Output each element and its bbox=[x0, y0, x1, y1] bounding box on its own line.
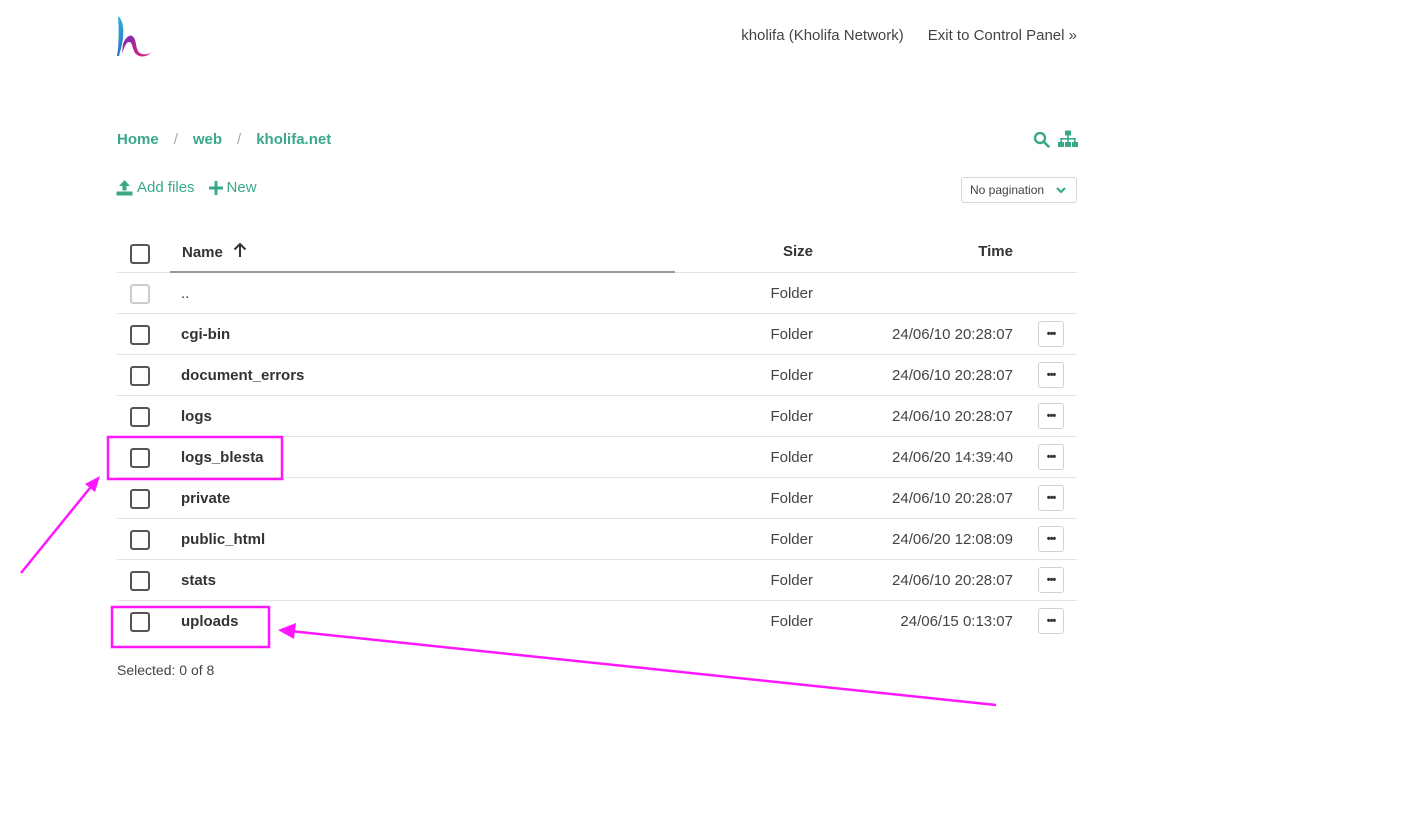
file-time: 24/06/10 20:28:07 bbox=[892, 326, 1013, 343]
add-files-button[interactable]: Add files bbox=[116, 179, 195, 196]
more-options-button[interactable]: ••• bbox=[1038, 444, 1064, 470]
select-all-checkbox[interactable] bbox=[130, 244, 150, 264]
pagination-select[interactable]: No pagination bbox=[961, 177, 1077, 203]
table-header: Name Size Time bbox=[117, 232, 1077, 273]
selection-count: Selected: 0 of 8 bbox=[117, 662, 215, 678]
file-name[interactable]: uploads bbox=[181, 613, 239, 630]
file-actions: Add files New bbox=[116, 179, 257, 196]
column-size-header[interactable]: Size bbox=[783, 243, 813, 260]
file-name[interactable]: cgi-bin bbox=[181, 326, 230, 343]
file-size: Folder bbox=[770, 285, 813, 302]
annotation-arrow bbox=[20, 476, 100, 574]
top-nav: kholifa (Kholifa Network) Exit to Contro… bbox=[741, 27, 1077, 44]
row-checkbox[interactable] bbox=[130, 448, 150, 468]
file-size: Folder bbox=[770, 449, 813, 466]
plus-icon bbox=[208, 180, 223, 195]
file-name[interactable]: document_errors bbox=[181, 367, 304, 384]
row-checkbox[interactable] bbox=[130, 489, 150, 509]
breadcrumb-home[interactable]: Home bbox=[117, 131, 159, 148]
file-name[interactable]: .. bbox=[181, 285, 189, 302]
row-checkbox[interactable] bbox=[130, 407, 150, 427]
new-label: New bbox=[226, 179, 257, 196]
table-row[interactable]: cgi-bin Folder 24/06/10 20:28:07 ••• bbox=[117, 314, 1077, 355]
row-checkbox[interactable] bbox=[130, 366, 150, 386]
breadcrumb-separator: / bbox=[173, 131, 178, 148]
search-icon[interactable] bbox=[1033, 131, 1050, 153]
file-time: 24/06/15 0:13:07 bbox=[900, 613, 1013, 630]
file-size: Folder bbox=[770, 408, 813, 425]
table-row[interactable]: stats Folder 24/06/10 20:28:07 ••• bbox=[117, 560, 1077, 601]
file-size: Folder bbox=[770, 572, 813, 589]
table-row[interactable]: .. Folder bbox=[117, 273, 1077, 314]
more-options-button[interactable]: ••• bbox=[1038, 567, 1064, 593]
file-size: Folder bbox=[770, 367, 813, 384]
more-options-button[interactable]: ••• bbox=[1038, 485, 1064, 511]
pagination-value: No pagination bbox=[970, 183, 1045, 197]
file-name[interactable]: logs bbox=[181, 408, 212, 425]
row-checkbox[interactable] bbox=[130, 284, 150, 304]
file-name[interactable]: stats bbox=[181, 572, 216, 589]
breadcrumb-separator: / bbox=[237, 131, 242, 148]
file-size: Folder bbox=[770, 326, 813, 343]
table-row[interactable]: document_errors Folder 24/06/10 20:28:07… bbox=[117, 355, 1077, 396]
chevron-down-icon bbox=[1056, 187, 1066, 194]
file-time: 24/06/10 20:28:07 bbox=[892, 490, 1013, 507]
file-size: Folder bbox=[770, 531, 813, 548]
file-size: Folder bbox=[770, 613, 813, 630]
arrow-up-icon bbox=[233, 242, 247, 257]
sitemap-icon[interactable] bbox=[1058, 130, 1078, 153]
more-options-button[interactable]: ••• bbox=[1038, 321, 1064, 347]
file-time: 24/06/20 14:39:40 bbox=[892, 449, 1013, 466]
file-name[interactable]: public_html bbox=[181, 531, 265, 548]
file-name[interactable]: logs_blesta bbox=[181, 449, 264, 466]
row-checkbox[interactable] bbox=[130, 612, 150, 632]
file-time: 24/06/10 20:28:07 bbox=[892, 367, 1013, 384]
row-checkbox[interactable] bbox=[130, 325, 150, 345]
row-checkbox[interactable] bbox=[130, 530, 150, 550]
column-name-label: Name bbox=[182, 244, 223, 261]
table-row[interactable]: public_html Folder 24/06/20 12:08:09 ••• bbox=[117, 519, 1077, 560]
new-button[interactable]: New bbox=[208, 179, 257, 196]
more-options-button[interactable]: ••• bbox=[1038, 403, 1064, 429]
more-options-button[interactable]: ••• bbox=[1038, 362, 1064, 388]
file-name[interactable]: private bbox=[181, 490, 230, 507]
file-time: 24/06/10 20:28:07 bbox=[892, 572, 1013, 589]
table-row[interactable]: private Folder 24/06/10 20:28:07 ••• bbox=[117, 478, 1077, 519]
row-checkbox[interactable] bbox=[130, 571, 150, 591]
breadcrumb: Home / web / kholifa.net bbox=[117, 131, 331, 148]
column-name-header[interactable]: Name bbox=[182, 242, 247, 261]
column-time-header[interactable]: Time bbox=[978, 243, 1013, 260]
more-options-button[interactable]: ••• bbox=[1038, 608, 1064, 634]
table-row[interactable]: uploads Folder 24/06/15 0:13:07 ••• bbox=[117, 601, 1077, 642]
view-tools bbox=[1033, 130, 1078, 153]
file-time: 24/06/10 20:28:07 bbox=[892, 408, 1013, 425]
upload-icon bbox=[116, 180, 133, 196]
exit-control-panel-link[interactable]: Exit to Control Panel » bbox=[928, 27, 1077, 44]
file-size: Folder bbox=[770, 490, 813, 507]
table-row[interactable]: logs Folder 24/06/10 20:28:07 ••• bbox=[117, 396, 1077, 437]
breadcrumb-web[interactable]: web bbox=[193, 131, 222, 148]
user-account-link[interactable]: kholifa (Kholifa Network) bbox=[741, 27, 904, 44]
file-time: 24/06/20 12:08:09 bbox=[892, 531, 1013, 548]
breadcrumb-current[interactable]: kholifa.net bbox=[256, 131, 331, 148]
add-files-label: Add files bbox=[137, 179, 195, 196]
file-table: Name Size Time .. Folder cgi-bin Folder … bbox=[117, 232, 1077, 642]
more-options-button[interactable]: ••• bbox=[1038, 526, 1064, 552]
brand-logo bbox=[117, 16, 151, 57]
table-row[interactable]: logs_blesta Folder 24/06/20 14:39:40 ••• bbox=[117, 437, 1077, 478]
